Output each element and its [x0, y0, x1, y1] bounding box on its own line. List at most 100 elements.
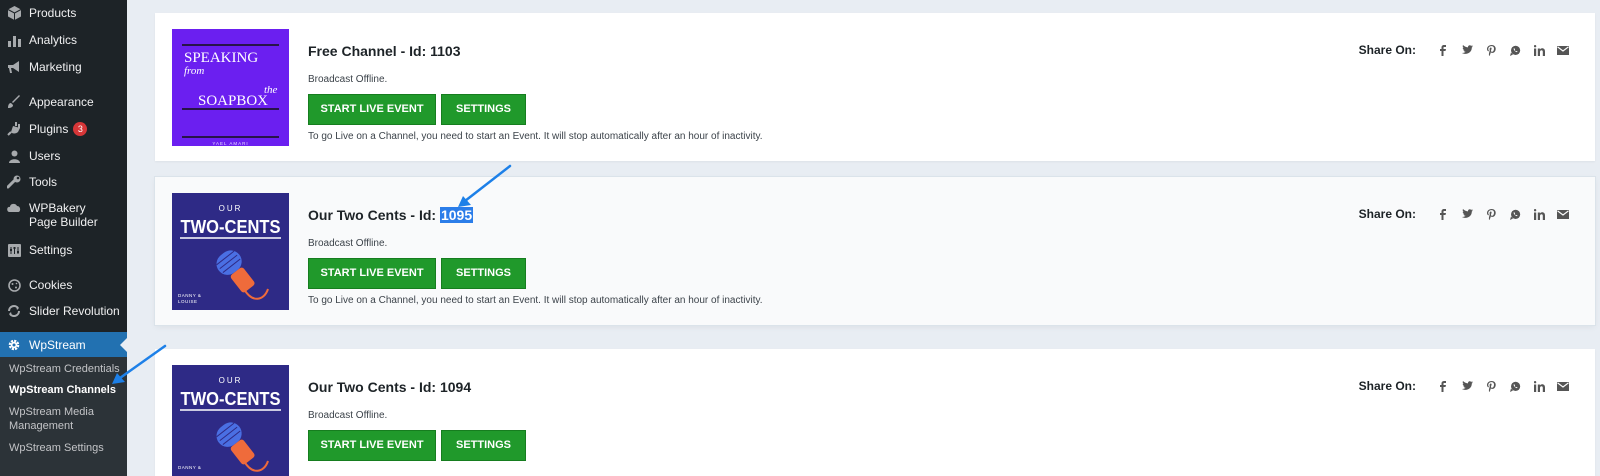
thumb-text: YAEL AMARI	[212, 141, 248, 146]
pinterest-icon[interactable]	[1484, 207, 1498, 221]
whatsapp-icon[interactable]	[1508, 379, 1522, 393]
share-label: Share On:	[1358, 207, 1416, 221]
menu-item-settings[interactable]: Settings	[0, 242, 127, 258]
slider-revolution-icon	[7, 304, 21, 318]
menu-label-plugins: Plugins	[29, 122, 69, 136]
menu-item-users[interactable]: Users	[0, 148, 127, 164]
facebook-icon[interactable]	[1436, 43, 1450, 57]
email-icon[interactable]	[1556, 379, 1570, 393]
submenu-item-wpstream-settings[interactable]: WpStream Settings	[9, 441, 121, 455]
menu-label-analytics: Analytics	[29, 33, 78, 47]
submenu-item-wpstream-credentials[interactable]: WpStream Credentials	[9, 362, 121, 376]
menu-label-slider-revolution: Slider Revolution	[29, 304, 120, 318]
share-bar: Share On:	[1359, 43, 1570, 57]
channel-card: OUR TWO-CENTS DANNY & Our Two Cents - Id…	[155, 349, 1595, 476]
start-live-event-button[interactable]: START LIVE EVENT	[308, 258, 436, 289]
share-bar: Share On:	[1359, 379, 1570, 393]
menu-item-marketing[interactable]: Marketing	[0, 59, 127, 75]
facebook-icon[interactable]	[1436, 207, 1450, 221]
menu-label-products: Products	[29, 6, 77, 20]
broadcast-status: Broadcast Offline.	[308, 410, 388, 421]
thumb-text: DANNY &	[178, 293, 201, 298]
settings-icon	[7, 243, 21, 257]
marketing-icon	[7, 60, 21, 74]
menu-label-cookies: Cookies	[29, 278, 73, 292]
wpbakery-icon	[7, 202, 21, 216]
whatsapp-icon[interactable]	[1508, 207, 1522, 221]
linkedin-icon[interactable]	[1532, 43, 1546, 57]
menu-label-settings: Settings	[29, 243, 73, 257]
plugins-icon	[7, 122, 21, 136]
tools-icon	[7, 175, 21, 189]
users-icon	[7, 149, 21, 163]
menu-label-wpbakery: WPBakery Page Builder	[29, 201, 98, 229]
submenu-item-wpstream-channels[interactable]: WpStream Channels	[9, 383, 121, 397]
menu-item-products[interactable]: Products	[0, 5, 127, 21]
channel-title: Our Two Cents - Id: 1094	[308, 379, 471, 395]
thumb-text: DANNY &	[178, 465, 201, 470]
plugins-update-badge: 3	[73, 122, 88, 136]
cookies-icon	[7, 278, 21, 292]
channel-settings-button[interactable]: SETTINGS	[441, 94, 526, 125]
channel-title-prefix: Our Two Cents - Id:	[308, 379, 440, 395]
start-live-event-button[interactable]: START LIVE EVENT	[308, 430, 436, 461]
admin-sidebar: Products Analytics Marketing Appearance …	[0, 0, 127, 476]
channel-settings-button[interactable]: SETTINGS	[441, 430, 526, 461]
share-label: Share On:	[1358, 43, 1416, 57]
thumb-text: SPEAKING	[184, 50, 258, 66]
channel-title: Free Channel - Id: 1103	[308, 43, 461, 59]
channel-settings-button[interactable]: SETTINGS	[441, 258, 526, 289]
live-instructions: To go Live on a Channel, you need to sta…	[308, 131, 763, 142]
linkedin-icon[interactable]	[1532, 207, 1546, 221]
channel-thumbnail: SPEAKING from the SOAPBOX YAEL AMARI	[172, 29, 289, 146]
thumb-text: TWO-CENTS	[181, 217, 281, 237]
broadcast-status: Broadcast Offline.	[308, 238, 388, 249]
pinterest-icon[interactable]	[1484, 379, 1498, 393]
linkedin-icon[interactable]	[1532, 379, 1546, 393]
thumb-text: SOAPBOX	[198, 93, 268, 109]
menu-item-analytics[interactable]: Analytics	[0, 32, 127, 48]
menu-item-appearance[interactable]: Appearance	[0, 94, 127, 110]
menu-item-cookies[interactable]: Cookies	[0, 277, 127, 293]
channel-card: SPEAKING from the SOAPBOX YAEL AMARI Fre…	[155, 13, 1595, 161]
menu-item-plugins[interactable]: Plugins 3	[0, 121, 127, 137]
channel-card: OUR TWO-CENTS DANNY & LOUISE Our Two Cen…	[155, 177, 1595, 325]
twitter-icon[interactable]	[1460, 207, 1474, 221]
thumb-text: from	[184, 65, 204, 77]
channel-thumbnail: OUR TWO-CENTS DANNY & LOUISE	[172, 193, 289, 310]
email-icon[interactable]	[1556, 43, 1570, 57]
channel-title-prefix: Free Channel - Id:	[308, 43, 431, 59]
channel-title: Our Two Cents - Id: 1095	[308, 207, 474, 223]
live-instructions: To go Live on a Channel, you need to sta…	[308, 295, 763, 306]
twitter-icon[interactable]	[1460, 43, 1474, 57]
channel-title-prefix: Our Two Cents - Id:	[308, 207, 440, 223]
channel-id: 1094	[439, 379, 472, 395]
annotation-arrow-icon	[458, 164, 512, 207]
facebook-icon[interactable]	[1436, 379, 1450, 393]
analytics-icon	[7, 33, 21, 47]
menu-item-slider-revolution[interactable]: Slider Revolution	[0, 303, 127, 319]
thumb-text: LOUISE	[178, 299, 198, 304]
whatsapp-icon[interactable]	[1508, 43, 1522, 57]
menu-label-marketing: Marketing	[29, 60, 82, 74]
thumb-text: OUR	[219, 204, 243, 213]
menu-item-wpbakery[interactable]: WPBakery Page Builder	[0, 201, 127, 231]
menu-label-wpstream: WpStream	[29, 337, 86, 352]
share-bar: Share On:	[1359, 207, 1570, 221]
products-icon	[7, 6, 21, 20]
email-icon[interactable]	[1556, 207, 1570, 221]
submenu-item-wpstream-media-management[interactable]: WpStream Media Management	[9, 405, 121, 433]
start-live-event-button[interactable]: START LIVE EVENT	[308, 94, 436, 125]
pinterest-icon[interactable]	[1484, 43, 1498, 57]
appearance-icon	[7, 95, 21, 109]
share-label: Share On:	[1358, 379, 1416, 393]
menu-label-users: Users	[29, 149, 61, 163]
thumb-text: OUR	[219, 376, 243, 385]
twitter-icon[interactable]	[1460, 379, 1474, 393]
menu-label-appearance: Appearance	[29, 95, 94, 109]
wpstream-gear-icon	[7, 338, 21, 352]
channel-id: 1103	[430, 43, 461, 59]
menu-item-tools[interactable]: Tools	[0, 174, 127, 190]
thumb-text: TWO-CENTS	[181, 389, 281, 409]
menu-label-tools: Tools	[29, 175, 58, 189]
